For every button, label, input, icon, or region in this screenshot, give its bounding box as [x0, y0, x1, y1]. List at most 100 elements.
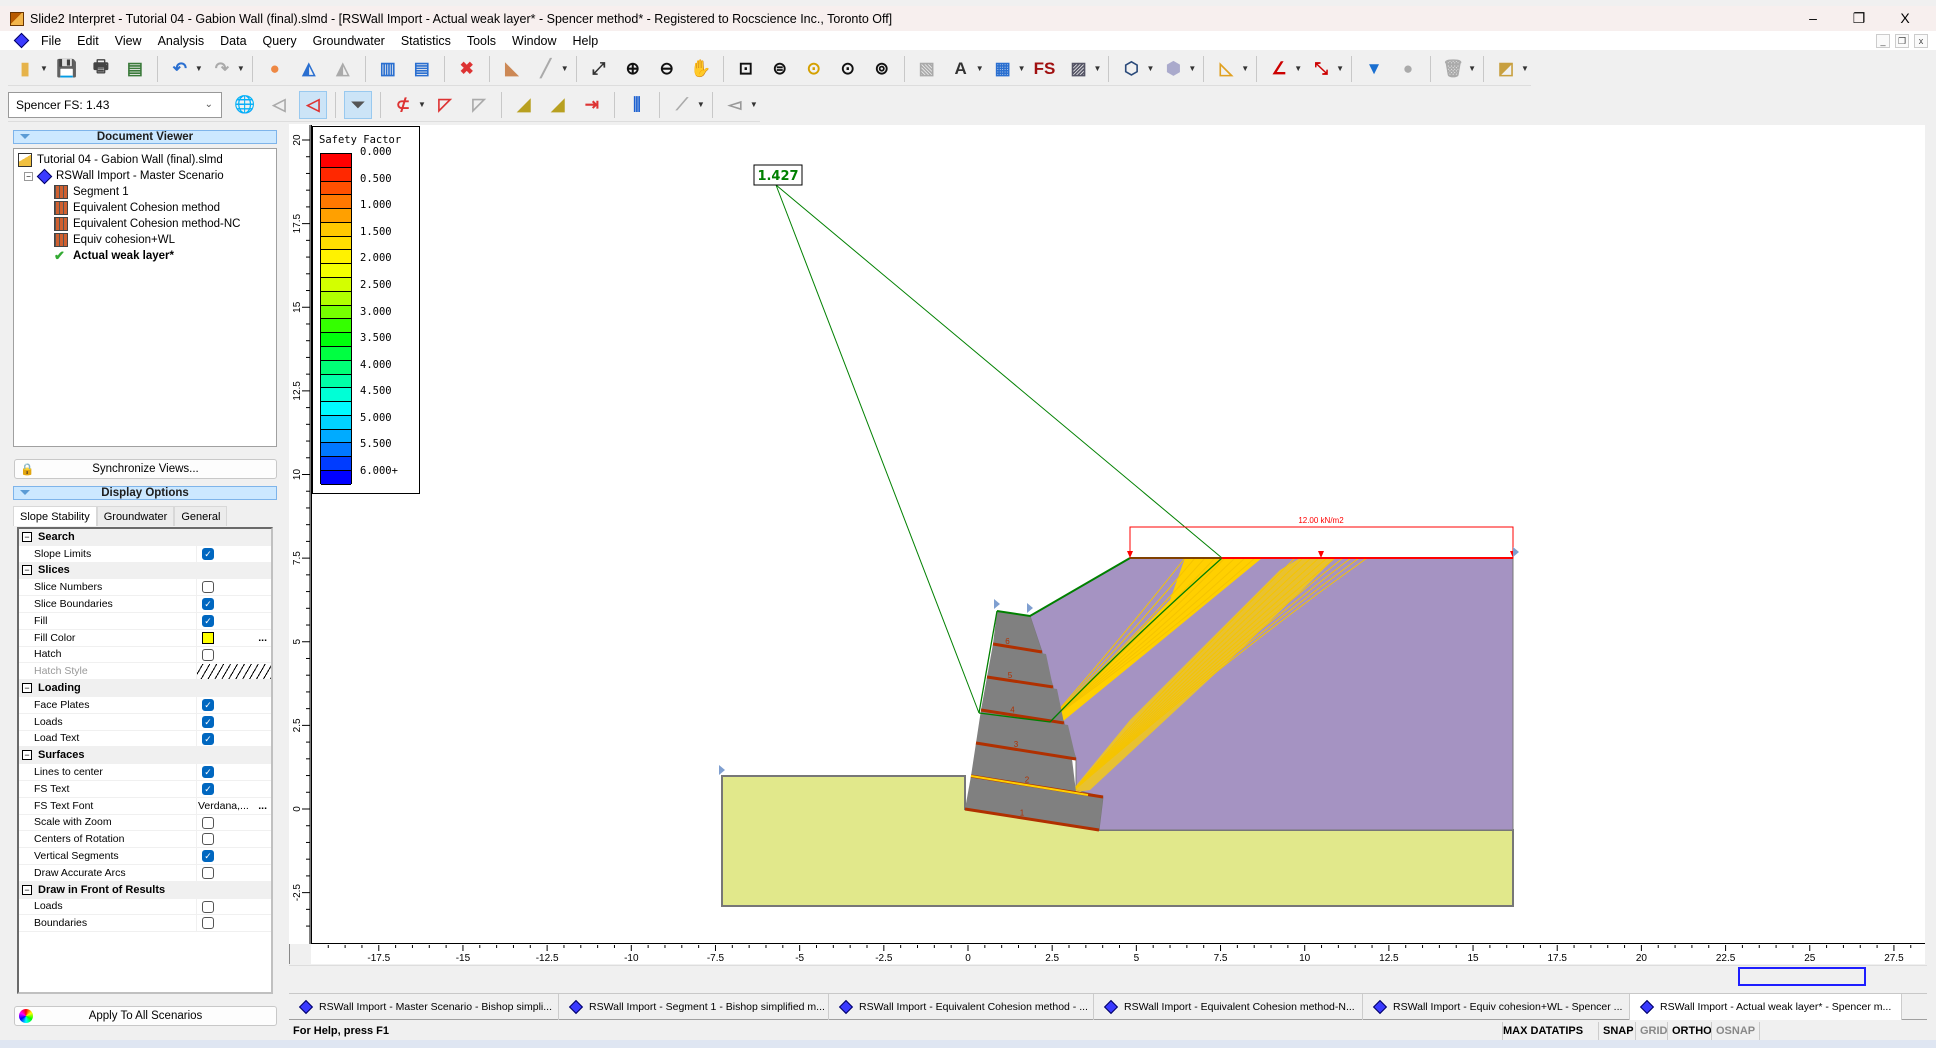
document-tab[interactable]: RSWall Import - Equiv cohesion+WL - Spen… [1363, 994, 1630, 1020]
boundaries-checkbox[interactable] [202, 917, 214, 930]
dropdown-arrow-icon[interactable]: ▼ [697, 100, 705, 109]
dropdown-arrow-icon[interactable]: ▼ [561, 64, 569, 73]
document-tab[interactable]: RSWall Import - Equivalent Cohesion meth… [829, 994, 1094, 1020]
slope-limit-marker-icon[interactable] [719, 765, 725, 775]
table-button[interactable]: ▦ [989, 55, 1017, 83]
tab-slope-stability[interactable]: Slope Stability [13, 506, 97, 526]
dropdown-arrow-icon[interactable]: ▼ [40, 64, 48, 73]
contours-button[interactable]: ◭ [295, 55, 323, 83]
delete-button[interactable]: 🗑 [1439, 55, 1467, 83]
menu-tools[interactable]: Tools [459, 34, 504, 48]
fs-text-checkbox[interactable]: ✓ [202, 782, 214, 795]
layers-button[interactable]: ◩ [1492, 55, 1520, 83]
tree-scenario[interactable]: Equivalent Cohesion method [18, 200, 276, 216]
dropdown-arrow-icon[interactable]: ▼ [1241, 64, 1249, 73]
print-button[interactable]: 🖶 [87, 55, 115, 83]
dropdown-arrow-icon[interactable]: ▼ [418, 100, 426, 109]
groundwater-contours-button[interactable]: ◭ [329, 55, 357, 83]
pan-button[interactable]: ✋ [687, 55, 715, 83]
collapse-icon[interactable]: − [24, 171, 33, 181]
max-datatips-toggle[interactable]: MAX DATATIPS [1499, 1022, 1587, 1040]
tree-master-scenario[interactable]: − RSWall Import - Master Scenario [18, 168, 276, 184]
dropdown-arrow-icon[interactable]: ▼ [1468, 64, 1476, 73]
print-preview-button[interactable]: ▤ [121, 55, 149, 83]
zoom-out-button[interactable]: ⊖ [653, 55, 681, 83]
menu-file[interactable]: File [33, 34, 69, 48]
redo-button[interactable]: ↷ [208, 55, 236, 83]
text-box-button[interactable]: A [947, 55, 975, 83]
polyline-button[interactable]: ⬡ [1117, 55, 1145, 83]
slope-limit-marker-icon[interactable] [994, 599, 1000, 609]
collapse-icon[interactable]: − [22, 884, 32, 895]
slope-view-button[interactable]: ◣ [498, 55, 526, 83]
collapse-icon[interactable]: − [22, 683, 32, 694]
draw-accurate-arcs-checkbox[interactable] [202, 866, 214, 879]
all-surfaces-button[interactable]: ◁ [299, 90, 327, 119]
tree-file[interactable]: Tutorial 04 - Gabion Wall (final).slmd [18, 152, 276, 168]
dropdown-arrow-icon[interactable]: ▼ [1188, 64, 1196, 73]
fill-color-swatch[interactable] [202, 631, 214, 644]
model-view[interactable]: 2017.51512.5107.552.50-2.5-17.5 -15 -12.5-… [289, 124, 1927, 966]
surface-button[interactable]: ◸ [431, 91, 459, 119]
image-button[interactable]: ▨ [1065, 55, 1093, 83]
dropdown-arrow-icon[interactable]: ▼ [1094, 64, 1102, 73]
water-level-button[interactable]: ▼ [1360, 55, 1388, 83]
angle-button[interactable]: ∠ [1265, 55, 1293, 83]
document-tab[interactable]: RSWall Import - Master Scenario - Bishop… [289, 994, 559, 1020]
document-icon[interactable] [13, 32, 30, 49]
overview-viewport-rect[interactable] [1738, 967, 1866, 986]
dimension-button[interactable]: ⤡ [1307, 55, 1335, 83]
add-surface-button[interactable]: ⊄ [389, 91, 417, 119]
snap-toggle[interactable]: SNAP [1598, 1022, 1638, 1040]
slice-forces-button[interactable]: ⇥ [578, 91, 606, 119]
slice-data-button[interactable]: ◢ [544, 91, 572, 119]
close-button[interactable]: X [1882, 6, 1928, 31]
dropdown-arrow-icon[interactable]: ▼ [1146, 64, 1154, 73]
category-search[interactable]: − Search [19, 529, 271, 546]
document-tab[interactable]: RSWall Import - Segment 1 - Bishop simpl… [559, 994, 829, 1020]
filter-surfaces-button[interactable]: ⏷ [344, 90, 372, 119]
mdi-minimize-button[interactable]: _ [1876, 34, 1890, 48]
slope-limit-marker-icon[interactable] [1513, 547, 1519, 557]
globe-button[interactable]: 🌐 [231, 91, 259, 119]
tree-scenario[interactable]: Equivalent Cohesion method-NC [18, 216, 276, 232]
slope-limit-marker-icon[interactable] [1027, 603, 1033, 613]
dropdown-arrow-icon[interactable]: ▼ [1018, 64, 1026, 73]
category-draw-in-front-of-results[interactable]: − Draw in Front of Results [19, 881, 271, 899]
zoom-lock-button[interactable]: ⊚ [868, 55, 896, 83]
dropdown-arrow-icon[interactable]: ▼ [750, 100, 758, 109]
dropdown-arrow-icon[interactable]: ▼ [1294, 64, 1302, 73]
more-button[interactable]: ... [258, 800, 267, 812]
zoom-extents-button[interactable]: ⤢ [585, 55, 613, 83]
dropdown-arrow-icon[interactable]: ▼ [195, 64, 203, 73]
zoom-bookmark-button[interactable]: ⊙ [834, 55, 862, 83]
close-window-button[interactable]: ✖ [453, 55, 481, 83]
tile-vertical-button[interactable]: ▥ [374, 55, 402, 83]
color-wheel-button[interactable]: ● [261, 55, 289, 83]
menu-window[interactable]: Window [504, 34, 564, 48]
loads-checkbox[interactable]: ✓ [202, 715, 214, 728]
face-plates-checkbox[interactable]: ✓ [202, 698, 214, 711]
apply-to-all-scenarios-button[interactable]: Apply To All Scenarios [14, 1006, 277, 1026]
tree-active-scenario[interactable]: ✔ Actual weak layer* [18, 248, 276, 264]
delete-surface-button[interactable]: ◸ [465, 91, 493, 119]
dropdown-arrow-icon[interactable]: ▼ [976, 64, 984, 73]
hatch-checkbox[interactable] [202, 648, 214, 661]
lines-to-center-checkbox[interactable]: ✓ [202, 766, 214, 779]
open-folder-button[interactable]: ▮ [11, 55, 39, 83]
histogram-button[interactable]: ⫼ [623, 91, 651, 119]
zoom-in-button[interactable]: ⊕ [619, 55, 647, 83]
query-line-button[interactable]: ⟋ [668, 91, 696, 119]
polygon-button[interactable]: ⬢ [1159, 55, 1187, 83]
water-table-button[interactable]: ╱ [532, 55, 560, 83]
category-surfaces[interactable]: − Surfaces [19, 747, 271, 765]
dropdown-arrow-icon[interactable]: ▼ [1336, 64, 1344, 73]
fs-font-value[interactable]: Verdana,... [198, 800, 249, 812]
dropdown-arrow-icon[interactable]: ▼ [237, 64, 245, 73]
mdi-restore-button[interactable]: ❐ [1895, 34, 1909, 48]
scale-with-zoom-checkbox[interactable] [202, 816, 214, 829]
menu-statistics[interactable]: Statistics [393, 34, 459, 48]
document-viewer-header[interactable]: Document Viewer [13, 130, 277, 144]
analysis-method-select[interactable]: Spencer FS: 1.43 ⌄ [8, 91, 222, 118]
category-loading[interactable]: − Loading [19, 680, 271, 697]
